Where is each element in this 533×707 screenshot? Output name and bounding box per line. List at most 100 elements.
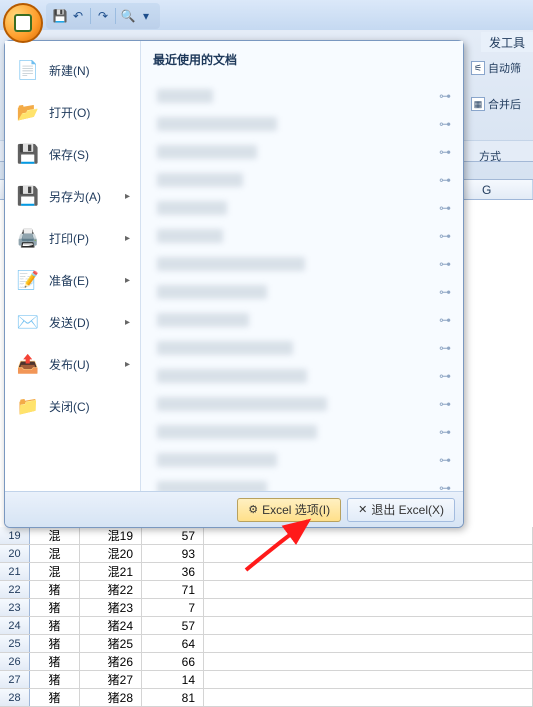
recent-document-item[interactable]: ⊶: [153, 138, 455, 166]
row-header[interactable]: 27: [0, 671, 30, 688]
undo-icon[interactable]: ↶: [70, 8, 86, 24]
row-header[interactable]: 21: [0, 563, 30, 580]
table-row[interactable]: 28猪猪2881: [0, 689, 533, 707]
recent-document-item[interactable]: ⊶: [153, 110, 455, 138]
excel-options-button[interactable]: ⚙ Excel 选项(I): [237, 498, 341, 522]
cell[interactable]: 猪24: [80, 617, 142, 634]
pin-icon[interactable]: ⊶: [439, 117, 451, 131]
cell[interactable]: 混21: [80, 563, 142, 580]
menu-open[interactable]: 📂 打开(O): [9, 91, 136, 133]
pin-icon[interactable]: ⊶: [439, 257, 451, 271]
cell[interactable]: [204, 545, 533, 562]
recent-document-item[interactable]: ⊶: [153, 306, 455, 334]
cell[interactable]: [204, 689, 533, 706]
cell[interactable]: 36: [142, 563, 204, 580]
recent-document-item[interactable]: ⊶: [153, 334, 455, 362]
cell[interactable]: 混19: [80, 527, 142, 544]
row-header[interactable]: 25: [0, 635, 30, 652]
cell[interactable]: 混20: [80, 545, 142, 562]
pin-icon[interactable]: ⊶: [439, 425, 451, 439]
row-header[interactable]: 24: [0, 617, 30, 634]
menu-save[interactable]: 💾 保存(S): [9, 133, 136, 175]
row-header[interactable]: 19: [0, 527, 30, 544]
cell[interactable]: [204, 563, 533, 580]
pin-icon[interactable]: ⊶: [439, 285, 451, 299]
table-row[interactable]: 25猪猪2564: [0, 635, 533, 653]
recent-document-item[interactable]: ⊶: [153, 474, 455, 491]
pin-icon[interactable]: ⊶: [439, 173, 451, 187]
office-button[interactable]: [3, 3, 43, 43]
table-row[interactable]: 19混混1957: [0, 527, 533, 545]
menu-new[interactable]: 📄 新建(N): [9, 49, 136, 91]
cell[interactable]: [204, 527, 533, 544]
cell[interactable]: 混: [30, 527, 80, 544]
cell[interactable]: 71: [142, 581, 204, 598]
menu-print[interactable]: 🖨️ 打印(P) ▸: [9, 217, 136, 259]
cell[interactable]: 猪: [30, 689, 80, 706]
recent-document-item[interactable]: ⊶: [153, 278, 455, 306]
cell[interactable]: [204, 581, 533, 598]
tab-developer[interactable]: 发工具: [481, 32, 533, 52]
cell[interactable]: 猪22: [80, 581, 142, 598]
table-row[interactable]: 22猪猪2271: [0, 581, 533, 599]
recent-document-item[interactable]: ⊶: [153, 166, 455, 194]
print-preview-icon[interactable]: 🔍: [120, 8, 136, 24]
cell[interactable]: 猪26: [80, 653, 142, 670]
pin-icon[interactable]: ⊶: [439, 89, 451, 103]
cell[interactable]: 57: [142, 617, 204, 634]
save-icon[interactable]: 💾: [52, 8, 68, 24]
cell[interactable]: [204, 653, 533, 670]
cell[interactable]: 81: [142, 689, 204, 706]
cell[interactable]: 猪23: [80, 599, 142, 616]
qat-dropdown-icon[interactable]: ▾: [138, 8, 154, 24]
cell[interactable]: 93: [142, 545, 204, 562]
cell[interactable]: 猪28: [80, 689, 142, 706]
cell[interactable]: 猪: [30, 617, 80, 634]
cell[interactable]: [204, 599, 533, 616]
pin-icon[interactable]: ⊶: [439, 397, 451, 411]
menu-close[interactable]: 📁 关闭(C): [9, 385, 136, 427]
pin-icon[interactable]: ⊶: [439, 481, 451, 491]
pin-icon[interactable]: ⊶: [439, 229, 451, 243]
cell[interactable]: 66: [142, 653, 204, 670]
cell[interactable]: 57: [142, 527, 204, 544]
cell[interactable]: 猪: [30, 599, 80, 616]
pin-icon[interactable]: ⊶: [439, 145, 451, 159]
table-row[interactable]: 26猪猪2666: [0, 653, 533, 671]
menu-publish[interactable]: 📤 发布(U) ▸: [9, 343, 136, 385]
merge-button[interactable]: ▦合并后: [469, 92, 531, 116]
recent-document-item[interactable]: ⊶: [153, 362, 455, 390]
recent-document-item[interactable]: ⊶: [153, 222, 455, 250]
pin-icon[interactable]: ⊶: [439, 313, 451, 327]
pin-icon[interactable]: ⊶: [439, 201, 451, 215]
table-row[interactable]: 27猪猪2714: [0, 671, 533, 689]
cell[interactable]: 猪: [30, 653, 80, 670]
cell[interactable]: 混: [30, 545, 80, 562]
table-row[interactable]: 23猪猪237: [0, 599, 533, 617]
cell[interactable]: 64: [142, 635, 204, 652]
cell[interactable]: 14: [142, 671, 204, 688]
row-header[interactable]: 22: [0, 581, 30, 598]
cell[interactable]: [204, 635, 533, 652]
recent-document-item[interactable]: ⊶: [153, 446, 455, 474]
cell[interactable]: 7: [142, 599, 204, 616]
recent-document-item[interactable]: ⊶: [153, 390, 455, 418]
recent-document-item[interactable]: ⊶: [153, 194, 455, 222]
pin-icon[interactable]: ⊶: [439, 341, 451, 355]
worksheet-grid[interactable]: 19混混195720混混209321混混213622猪猪227123猪猪2372…: [0, 527, 533, 706]
pin-icon[interactable]: ⊶: [439, 453, 451, 467]
cell[interactable]: 混: [30, 563, 80, 580]
cell[interactable]: 猪: [30, 581, 80, 598]
recent-document-item[interactable]: ⊶: [153, 418, 455, 446]
autofilter-button[interactable]: ⚟自动筛: [469, 56, 531, 80]
row-header[interactable]: 23: [0, 599, 30, 616]
table-row[interactable]: 24猪猪2457: [0, 617, 533, 635]
recent-document-item[interactable]: ⊶: [153, 82, 455, 110]
row-header[interactable]: 28: [0, 689, 30, 706]
cell[interactable]: 猪: [30, 671, 80, 688]
redo-icon[interactable]: ↷: [95, 8, 111, 24]
menu-prepare[interactable]: 📝 准备(E) ▸: [9, 259, 136, 301]
cell[interactable]: 猪25: [80, 635, 142, 652]
cell[interactable]: 猪27: [80, 671, 142, 688]
cell[interactable]: [204, 617, 533, 634]
